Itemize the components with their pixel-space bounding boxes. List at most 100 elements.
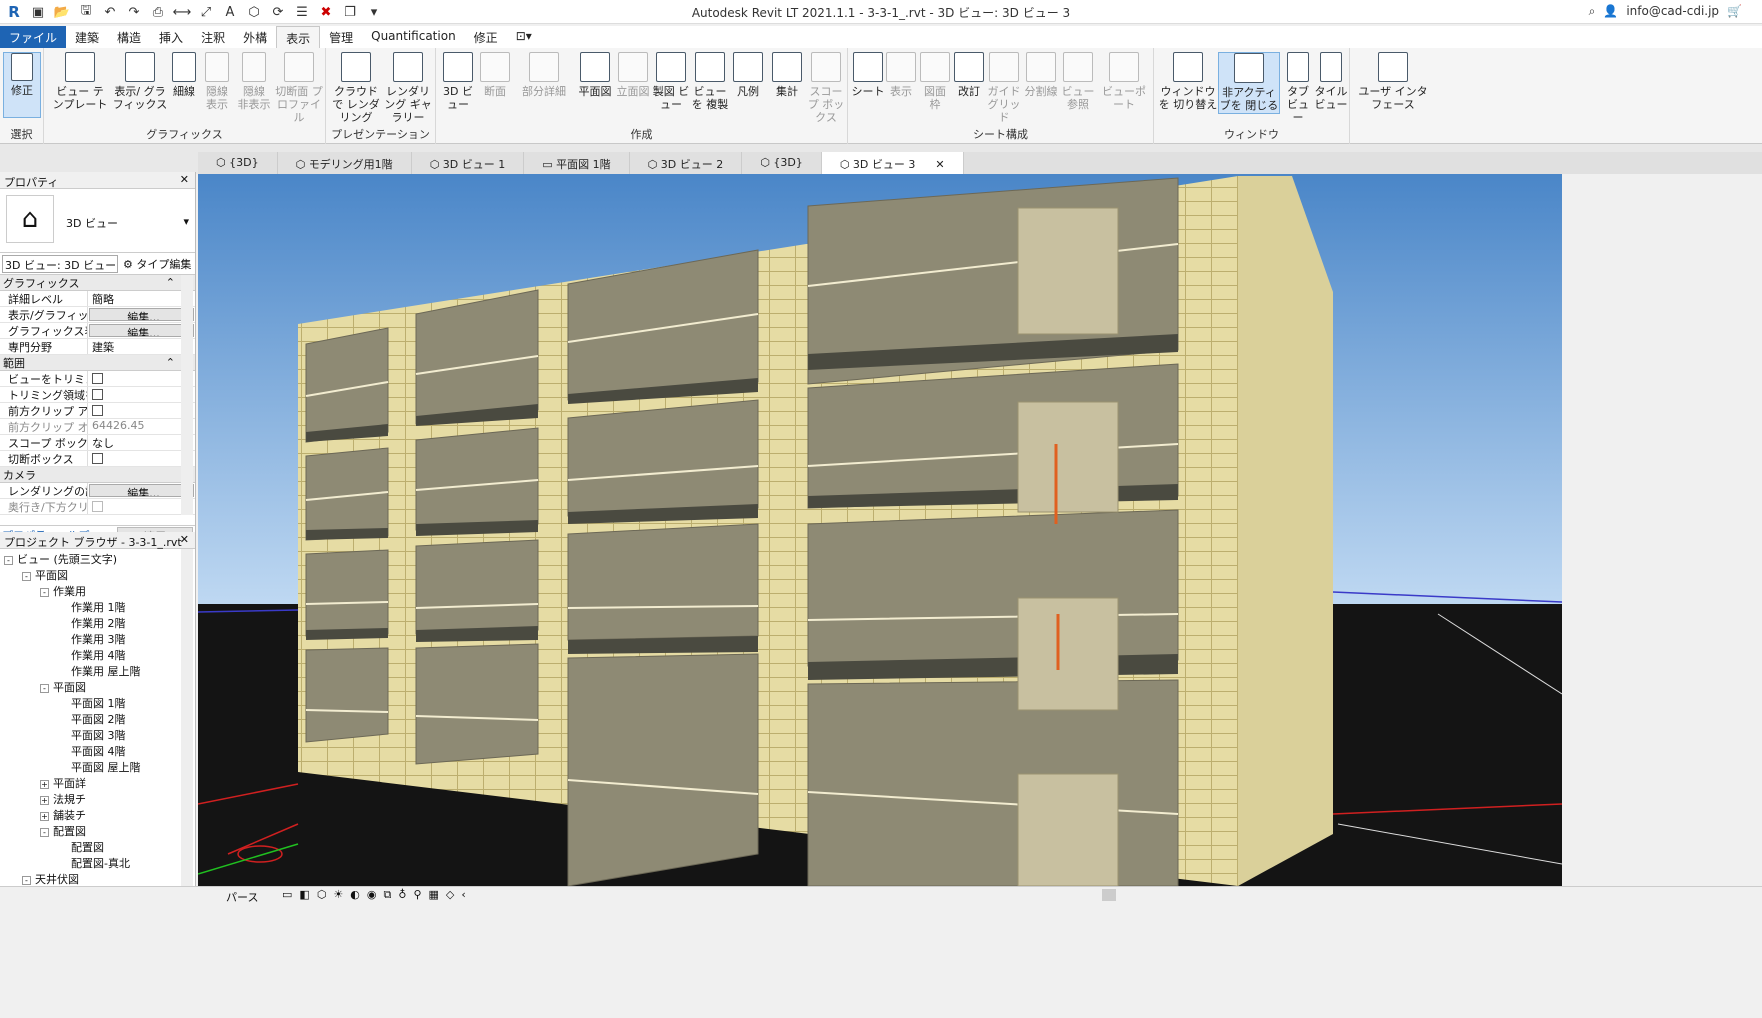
collapse-icon[interactable]: - <box>40 587 49 597</box>
show-hidden-button[interactable]: 隠線 表示 <box>200 52 234 111</box>
3d-viewport[interactable] <box>198 174 1562 886</box>
browser-node[interactable]: 平面図 屋上階 <box>0 759 195 775</box>
switch-windows-button[interactable]: ウィンドウを 切り替え <box>1158 52 1218 111</box>
thin-lines-button[interactable]: 細線 <box>170 52 198 98</box>
legends-button[interactable]: 凡例 <box>730 52 766 98</box>
guide-grid-button[interactable]: ガイド グリッド <box>986 52 1022 124</box>
browser-node[interactable]: 配置図 <box>0 839 195 855</box>
browser-node[interactable]: 作業用 3階 <box>0 631 195 647</box>
plan-views-button[interactable]: 平面図 <box>576 52 614 98</box>
sheet-button[interactable]: シート <box>850 52 886 98</box>
cut-profile-button[interactable]: 切断面 プロファイル <box>272 52 326 124</box>
matchline-button[interactable]: 分割線 <box>1022 52 1060 98</box>
cart-icon[interactable]: 🛒 <box>1727 4 1742 19</box>
browser-node[interactable]: 平面図 1階 <box>0 695 195 711</box>
close-inactive-button[interactable]: 非アクティブを 閉じる <box>1218 52 1280 114</box>
section-button[interactable]: 断面 <box>478 52 512 98</box>
browser-node[interactable]: 平面図 2階 <box>0 711 195 727</box>
place-view-button[interactable]: 表示 <box>884 52 918 98</box>
close-icon[interactable]: ✕ <box>180 533 189 546</box>
user-interface-button[interactable]: ユーザ インタフェース <box>1356 52 1430 111</box>
collapse-icon[interactable]: - <box>4 555 13 565</box>
tab-file[interactable]: ファイル <box>0 26 67 48</box>
duplicate-view-button[interactable]: ビューを 複製 <box>690 52 730 111</box>
checkbox[interactable] <box>92 405 103 416</box>
browser-node[interactable]: 平面図 3階 <box>0 727 195 743</box>
checkbox[interactable] <box>92 389 103 400</box>
crop-view-icon[interactable]: ⧉ <box>384 888 392 902</box>
view-tab[interactable]: ⬡ {3D} <box>198 152 278 174</box>
edit-button[interactable]: 編集... <box>89 308 194 321</box>
scope-box-button[interactable]: スコープ ボックス <box>806 52 846 124</box>
expand-icon[interactable]: + <box>40 795 49 805</box>
horizontal-scroll-thumb[interactable] <box>1102 889 1116 901</box>
binoculars-icon[interactable]: ⌕ <box>1589 4 1596 19</box>
close-icon[interactable]: ✕ <box>935 158 944 171</box>
view-template-button[interactable]: ビュー テンプレート <box>52 52 108 111</box>
browser-scrollbar[interactable] <box>181 549 193 889</box>
tab-structure[interactable]: 構造 <box>108 26 150 48</box>
render-gallery-button[interactable]: レンダリング ギャラリー <box>382 52 434 124</box>
tab-site[interactable]: 外構 <box>234 26 276 48</box>
group-extents[interactable]: 範囲 ⌃ <box>0 355 195 371</box>
tile-views-button[interactable]: タイル ビュー <box>1314 52 1348 111</box>
user-email[interactable]: info@cad-cdi.jp <box>1626 4 1719 19</box>
edit-button[interactable]: 編集... <box>89 324 194 337</box>
collapse-icon[interactable]: - <box>40 827 49 837</box>
scale-icon[interactable]: ▭ <box>282 888 292 902</box>
sun-path-icon[interactable]: ☀ <box>333 888 343 902</box>
view-tab[interactable]: ▭ 平面図 1階 <box>524 152 630 174</box>
browser-node[interactable]: + 法規チ <box>0 791 195 807</box>
browser-node[interactable]: - 平面図 <box>0 679 195 695</box>
tab-quantification[interactable]: Quantification <box>362 26 465 48</box>
tab-annotate[interactable]: 注釈 <box>192 26 234 48</box>
temp-view-props-icon[interactable]: ▦ <box>429 888 439 902</box>
checkbox[interactable] <box>92 501 103 512</box>
properties-scrollbar[interactable] <box>181 275 193 515</box>
view-tab-active[interactable]: ⬡ 3D ビュー 3 ✕ <box>821 152 964 174</box>
browser-node[interactable]: 作業用 4階 <box>0 647 195 663</box>
revisions-button[interactable]: 改訂 <box>952 52 986 98</box>
browser-node[interactable]: - 作業用 <box>0 583 195 599</box>
user-icon[interactable]: 👤 <box>1603 4 1618 19</box>
ribbon-display-toggle-icon[interactable]: ⊡▾ <box>507 26 541 48</box>
render-icon[interactable]: ◉ <box>367 888 377 902</box>
shadows-icon[interactable]: ◐ <box>350 888 360 902</box>
view-tab[interactable]: ⬡ {3D} <box>742 152 822 174</box>
callout-button[interactable]: 部分詳細 <box>516 52 572 98</box>
drafting-view-button[interactable]: 製図 ビュー <box>652 52 690 111</box>
view-reference-button[interactable]: ビュー 参照 <box>1060 52 1096 111</box>
collapse-icon[interactable]: - <box>40 683 49 693</box>
browser-node[interactable]: 作業用 1階 <box>0 599 195 615</box>
tab-modify[interactable]: 修正 <box>465 26 507 48</box>
elevation-button[interactable]: 立面図 <box>614 52 652 98</box>
temp-hide-icon[interactable]: ♁ <box>398 888 406 902</box>
projection-mode[interactable]: パース <box>226 889 258 905</box>
schedules-button[interactable]: 集計 <box>768 52 806 98</box>
browser-node[interactable]: - 天井伏図 <box>0 871 195 887</box>
browser-node[interactable]: 作業用 屋上階 <box>0 663 195 679</box>
tab-architecture[interactable]: 建築 <box>66 26 108 48</box>
collapse-icon[interactable]: - <box>22 571 31 581</box>
browser-node[interactable]: + 舗装チ <box>0 807 195 823</box>
visibility-graphics-button[interactable]: 表示/ グラフィックス <box>110 52 170 111</box>
collapse-icon[interactable]: ‹ <box>461 888 465 902</box>
browser-node[interactable]: - 平面図 <box>0 567 195 583</box>
tab-view[interactable]: 表示 <box>276 26 321 48</box>
expand-icon[interactable]: + <box>40 811 49 821</box>
edit-button[interactable]: 編集... <box>89 484 194 497</box>
remove-hidden-button[interactable]: 隠線 非表示 <box>236 52 272 111</box>
3d-view-button[interactable]: 3D ビュー <box>440 52 476 111</box>
browser-node[interactable]: 作業用 2階 <box>0 615 195 631</box>
cloud-render-button[interactable]: クラウドで レンダリング <box>330 52 382 124</box>
tab-manage[interactable]: 管理 <box>320 26 362 48</box>
close-icon[interactable]: ✕ <box>180 173 189 186</box>
browser-node[interactable]: - ビュー (先頭三文字) <box>0 551 195 567</box>
browser-node[interactable]: - 配置図 <box>0 823 195 839</box>
view-tab[interactable]: ⬡ 3D ビュー 1 <box>412 152 525 174</box>
reveal-hidden-icon[interactable]: ⚲ <box>413 888 421 902</box>
view-tab[interactable]: ⬡ 3D ビュー 2 <box>630 152 743 174</box>
title-block-button[interactable]: 図面 枠 <box>918 52 952 111</box>
edit-type-button[interactable]: ⚙ タイプ編集 <box>120 255 194 273</box>
visual-style-icon[interactable]: ⬡ <box>317 888 327 902</box>
